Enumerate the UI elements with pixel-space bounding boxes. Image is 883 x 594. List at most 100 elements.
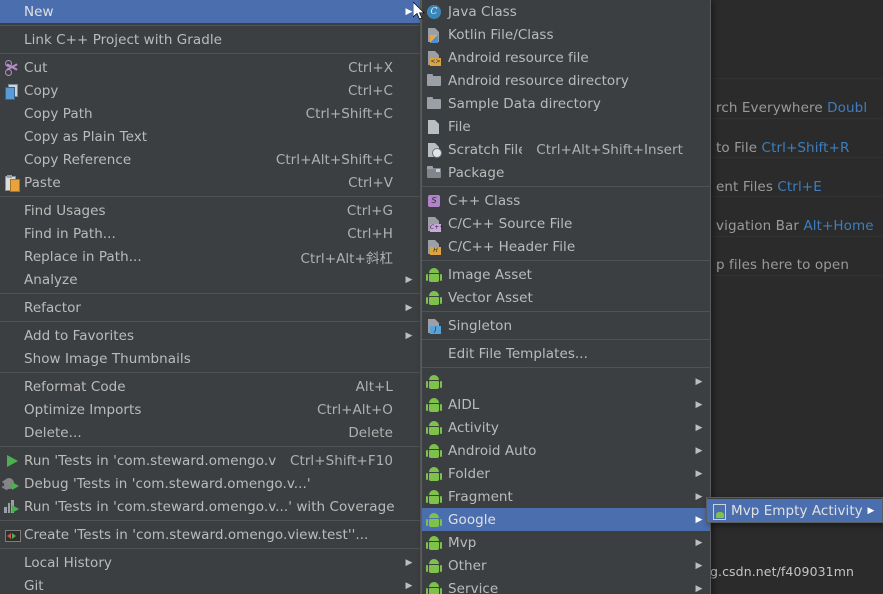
menu-item-copy-as-plain-text[interactable]: Copy as Plain Text ▶ [0,125,420,148]
new-item-singleton[interactable]: J Singleton ▶ [422,314,710,337]
menu-separator [0,321,420,322]
menu-item-optimize-imports[interactable]: Optimize Imports Ctrl+Alt+O ▶ [0,398,420,421]
menu-separator [0,548,420,549]
menu-item-delete[interactable]: Delete... Delete ▶ [0,421,420,444]
new-item-folder[interactable]: Android Auto ▶ [422,439,710,462]
new-item-image-asset[interactable]: Image Asset ▶ [422,263,710,286]
menu-item-copy-reference[interactable]: Copy Reference Ctrl+Alt+Shift+C ▶ [0,148,420,171]
menu-item-reformat-code[interactable]: Reformat Code Alt+L ▶ [0,375,420,398]
menu-item-refactor[interactable]: Refactor ▶ [0,296,420,319]
new-submenu[interactable]: C Java Class ▶ Kotlin File/Class ▶ <> An… [421,0,711,594]
menu-icon-placeholder [0,245,24,268]
chevron-placeholder: ▶ [402,63,420,73]
menu-item-label: Kotlin File/Class [448,26,554,43]
android-icon [422,286,446,309]
chevron-placeholder: ▶ [692,145,710,155]
chevron-placeholder: ▶ [692,293,710,303]
new-item-other[interactable]: Mvp ▶ [422,531,710,554]
new-item-java-class[interactable]: C Java Class ▶ [422,0,710,23]
new-item-vector-asset[interactable]: Vector Asset ▶ [422,286,710,309]
new-item-cpp-class[interactable]: S C++ Class ▶ [422,189,710,212]
chevron-placeholder: ▶ [402,252,420,262]
new-item-sample-data-directory[interactable]: Sample Data directory ▶ [422,92,710,115]
background-hint-text: p files here to open [716,257,849,273]
new-item-kotlin-file-class[interactable]: Kotlin File/Class ▶ [422,23,710,46]
chevron-placeholder: ▶ [692,219,710,229]
new-item-fragment[interactable]: Folder ▶ [422,462,710,485]
menu-separator [422,260,710,261]
background-divider [711,157,883,158]
menu-item-label: Singleton [448,317,513,334]
new-item-activity[interactable]: AIDL ▶ [422,393,710,416]
menu-item-copy[interactable]: Copy Ctrl+C ▶ [0,79,420,102]
mvp-item-empty-activity[interactable]: Mvp Empty Activity ▶ [707,499,882,522]
chevron-placeholder: ▶ [402,155,420,165]
menu-item-debug-tests[interactable]: Debug 'Tests in 'com.steward.omengo.v...… [0,472,420,495]
new-item-mvp[interactable]: Google ▶ [422,508,710,531]
menu-item-label: Find Usages [24,202,106,219]
menu-item-label: Copy [24,82,59,99]
new-item-android-resource-file[interactable]: <> Android resource file ▶ [422,46,710,69]
menu-item-label: Add to Favorites [24,327,135,344]
background-divider [711,78,883,79]
new-item-package[interactable]: Package ▶ [422,161,710,184]
chevron-right-icon: ▶ [695,445,703,456]
background-hint-text: vigation Bar [716,218,800,234]
menu-item-label: C++ Class [448,192,521,209]
menu-icon-placeholder [0,296,24,319]
new-item-edit-file-templates[interactable]: Edit File Templates... ▶ [422,342,710,365]
new-item-cpp-source-file[interactable]: C++ C/C++ Source File ▶ [422,212,710,235]
cpp-header-icon: H [422,235,446,258]
menu-item-create-tests[interactable]: Create 'Tests in 'com.steward.omengo.vie… [0,523,420,546]
menu-item-label: Local History [24,554,112,571]
editor-context-menu[interactable]: New ▶ Link C++ Project with Gradle ▶ Cut… [0,0,421,594]
menu-item-cut[interactable]: Cut Ctrl+X ▶ [0,56,420,79]
folder-icon [422,69,446,92]
menu-item-add-to-favorites[interactable]: Add to Favorites ▶ [0,324,420,347]
chevron-placeholder: ▶ [402,428,420,438]
new-item-android-auto[interactable]: Activity ▶ [422,416,710,439]
menu-item-label: Google [448,511,496,528]
menu-item-find-usages[interactable]: Find Usages Ctrl+G ▶ [0,199,420,222]
cpp-source-icon: C++ [422,212,446,235]
new-item-aidl[interactable]: ▶ [422,370,710,393]
menu-item-accel: Ctrl+Shift+C [305,105,393,122]
new-item-google[interactable]: Fragment ▶ [422,485,710,508]
menu-item-replace-in-path[interactable]: Replace in Path... Ctrl+Alt+斜杠 ▶ [0,245,420,268]
new-item-cpp-header-file[interactable]: H C/C++ Header File ▶ [422,235,710,258]
run-icon [0,449,24,472]
screen: rch Everywhere Doubl to File Ctrl+Shift+… [0,0,883,594]
menu-item-local-history[interactable]: Local History ▶ [0,551,420,574]
new-item-service[interactable]: Other ▶ [422,554,710,577]
new-item-scratch-file[interactable]: Scratch File Ctrl+Alt+Shift+Insert ▶ [422,138,710,161]
menu-icon-placeholder [0,268,24,291]
menu-separator [422,186,710,187]
menu-icon-placeholder [0,375,24,398]
menu-item-label: Cut [24,59,48,76]
mvp-submenu[interactable]: Mvp Empty Activity ▶ [706,497,883,523]
menu-item-git[interactable]: Git ▶ [0,574,420,594]
paste-icon [0,171,24,194]
menu-item-show-image-thumbnails[interactable]: Show Image Thumbnails ▶ [0,347,420,370]
menu-item-paste[interactable]: Paste Ctrl+V ▶ [0,171,420,194]
new-item-android-resource-directory[interactable]: Android resource directory ▶ [422,69,710,92]
menu-icon-placeholder [0,347,24,370]
background-hint: rch Everywhere Doubl [716,100,867,116]
new-item-file[interactable]: File ▶ [422,115,710,138]
menu-item-label: Debug 'Tests in 'com.steward.omengo.v...… [24,475,311,492]
chevron-placeholder: ▶ [692,7,710,17]
menu-item-analyze[interactable]: Analyze ▶ [0,268,420,291]
background-hint-text: rch Everywhere [716,100,823,116]
new-item-ui-component[interactable]: Service ▶ [422,577,710,594]
menu-item-label: Mvp [448,534,477,551]
menu-item-link-cpp-project[interactable]: Link C++ Project with Gradle ▶ [0,28,420,51]
chevron-placeholder: ▶ [402,405,420,415]
menu-item-new[interactable]: New ▶ [0,0,420,23]
menu-item-find-in-path[interactable]: Find in Path... Ctrl+H ▶ [0,222,420,245]
menu-item-copy-path[interactable]: Copy Path Ctrl+Shift+C ▶ [0,102,420,125]
menu-icon-placeholder [422,342,446,365]
menu-separator [0,196,420,197]
background-hint-shortcut: Alt+Home [803,218,874,234]
menu-item-run-tests[interactable]: Run 'Tests in 'com.steward.omengo.v...' … [0,449,420,472]
menu-item-run-tests-with-coverage[interactable]: Run 'Tests in 'com.steward.omengo.v...' … [0,495,420,518]
